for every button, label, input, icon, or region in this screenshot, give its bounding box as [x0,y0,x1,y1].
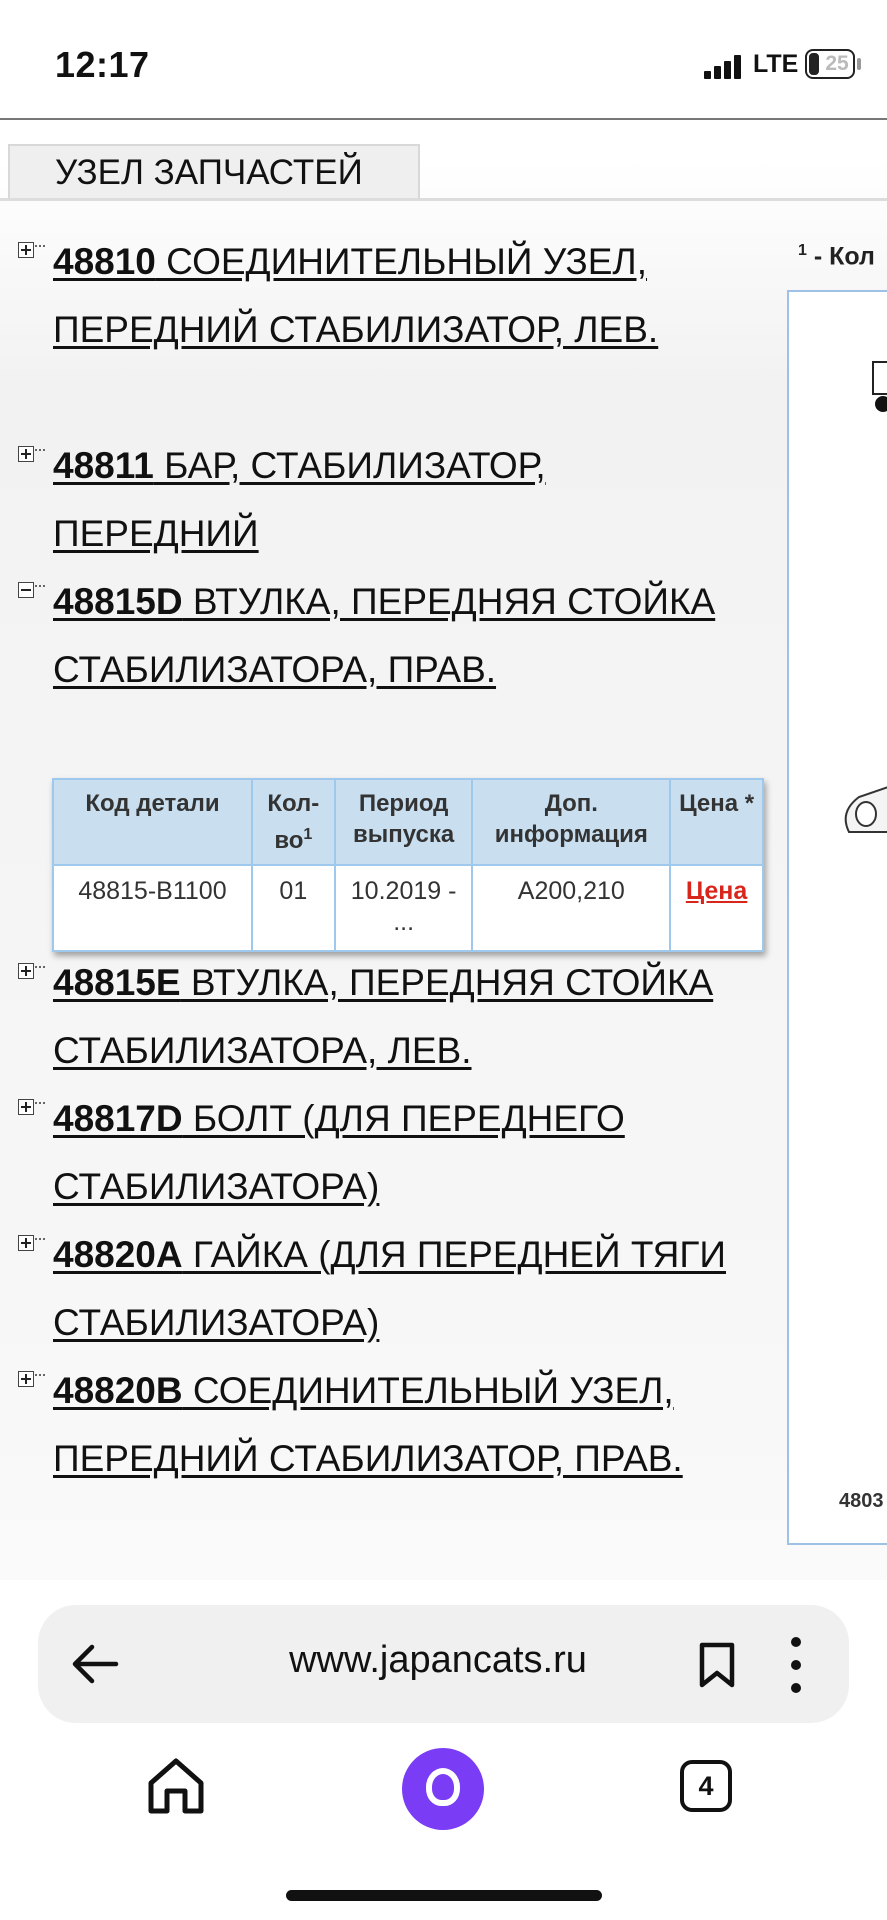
expand-plus-icon[interactable] [18,1099,34,1115]
tree-connector [35,449,45,451]
part-code: 48820A [53,1234,183,1275]
info-cell: A200,210 [471,864,672,952]
alice-assistant-button[interactable] [402,1748,484,1830]
alice-icon [426,1768,460,1806]
part-number-cell: 48815-B1100 [52,864,253,952]
qty-header-label: Кол-во [267,790,320,854]
battery-icon: 25 [805,49,855,79]
web-page: УЗЕЛ ЗАПЧАСТЕЙ 1 - Кол 4803 48810 СОЕДИН… [0,118,887,1582]
url-text[interactable]: www.japancats.ru [238,1639,638,1682]
price-cell: Цена [669,864,764,952]
part-code: 48811 [53,445,154,486]
tree-connector [35,1374,45,1376]
part-link[interactable]: 48815E ВТУЛКА, ПЕРЕДНЯЯ СТОЙКА СТАБИЛИЗА… [53,949,738,1085]
expand-plus-icon[interactable] [18,242,34,258]
status-bar: 12:17 LTE 25 [0,0,887,118]
price-link[interactable]: Цена [686,877,747,905]
browser-toolbar: www.japancats.ru 4 [0,1580,887,1920]
tree-connector [35,585,45,587]
diagram-drawing [844,361,887,833]
part-item: 48820B СОЕДИНИТЕЛЬНЫЙ УЗЕЛ, ПЕРЕДНИЙ СТА… [18,1357,738,1493]
part-code: 48815D [53,581,183,622]
part-details-table: Код детали Кол-во1 Период выпуска Доп. и… [52,778,764,952]
part-item: 48820A ГАЙКА (ДЛЯ ПЕРЕДНЕЙ ТЯГИ СТАБИЛИЗ… [18,1221,738,1357]
part-item: 48810 СОЕДИНИТЕЛЬНЫЙ УЗЕЛ, ПЕРЕДНИЙ СТАБ… [18,228,738,364]
part-item: 48815E ВТУЛКА, ПЕРЕДНЯЯ СТОЙКА СТАБИЛИЗА… [18,949,738,1085]
battery-cap [857,58,861,70]
part-link[interactable]: 48815D ВТУЛКА, ПЕРЕДНЯЯ СТОЙКА СТАБИЛИЗА… [53,568,738,704]
more-menu-icon[interactable] [786,1635,806,1695]
part-item: 48817D БОЛТ (ДЛЯ ПЕРЕДНЕГО СТАБИЛИЗАТОРА… [18,1085,738,1221]
period-cell: 10.2019 - ... [333,864,474,952]
col-header-period: Период выпуска [333,778,474,866]
address-bar[interactable]: www.japancats.ru [38,1605,849,1723]
expand-plus-icon[interactable] [18,1235,34,1251]
part-code: 48817D [53,1098,183,1139]
home-icon[interactable] [145,1755,207,1817]
part-link[interactable]: 48817D БОЛТ (ДЛЯ ПЕРЕДНЕГО СТАБИЛИЗАТОРА… [53,1085,738,1221]
tab-parts-assembly[interactable]: УЗЕЛ ЗАПЧАСТЕЙ [8,144,420,200]
signal-icon [704,55,744,79]
part-item: 48815D ВТУЛКА, ПЕРЕДНЯЯ СТОЙКА СТАБИЛИЗА… [18,568,738,704]
part-link[interactable]: 48811 БАР, СТАБИЛИЗАТОР, ПЕРЕДНИЙ [53,432,738,568]
collapse-minus-icon[interactable] [18,582,34,598]
diagram-caption: 1 - Кол [798,242,875,271]
col-header-price: Цена * [669,778,764,866]
caption-footnote: 1 [798,242,807,259]
expand-plus-icon[interactable] [18,1371,34,1387]
col-header-qty: Кол-во1 [250,778,336,866]
table-header-row: Код детали Кол-во1 Период выпуска Доп. и… [52,778,764,866]
col-header-info: Доп. информация [471,778,672,866]
parts-diagram[interactable]: 4803 [787,290,887,1545]
qty-footnote: 1 [303,826,313,843]
tabs-counter-button[interactable]: 4 [680,1760,732,1812]
tree-connector [35,1238,45,1240]
tab-divider [0,198,887,201]
status-time: 12:17 [55,44,150,85]
qty-cell: 01 [250,864,336,952]
part-link[interactable]: 48820A ГАЙКА (ДЛЯ ПЕРЕДНЕЙ ТЯГИ СТАБИЛИЗ… [53,1221,738,1357]
bookmark-icon[interactable] [696,1641,738,1689]
part-code: 48815E [53,962,181,1003]
table-row: 48815-B1100 01 10.2019 - ... A200,210 Це… [52,864,764,952]
diagram-part-code: 4803 [839,1490,884,1512]
caption-text: - Кол [806,242,875,271]
part-code: 48820B [53,1370,183,1411]
battery-level: 25 [825,52,849,75]
tree-connector [35,245,45,247]
part-link[interactable]: 48810 СОЕДИНИТЕЛЬНЫЙ УЗЕЛ, ПЕРЕДНИЙ СТАБ… [53,228,738,364]
tree-connector [35,966,45,968]
home-indicator [286,1890,602,1901]
back-arrow-icon[interactable] [68,1637,122,1691]
tree-connector [35,1102,45,1104]
network-label: LTE [753,50,799,78]
expand-plus-icon[interactable] [18,963,34,979]
part-code: 48810 [53,241,156,282]
part-link[interactable]: 48820B СОЕДИНИТЕЛЬНЫЙ УЗЕЛ, ПЕРЕДНИЙ СТА… [53,1357,738,1493]
expand-plus-icon[interactable] [18,446,34,462]
part-item: 48811 БАР, СТАБИЛИЗАТОР, ПЕРЕДНИЙ [18,432,738,568]
col-header-code: Код детали [52,778,253,866]
